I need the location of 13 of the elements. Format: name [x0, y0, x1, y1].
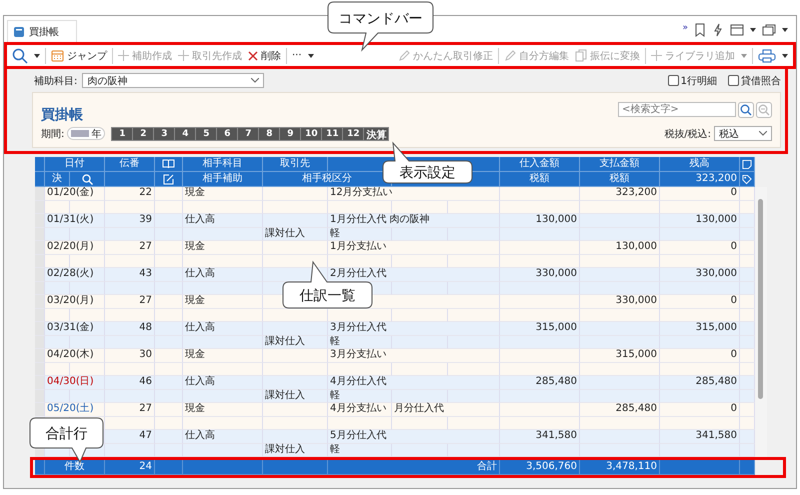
total-label: 合計: [328, 460, 500, 475]
field-label: 税抜/税込:: [664, 128, 711, 140]
tab-title: 買掛帳: [29, 26, 59, 38]
callout-tooltip: コマンドバー: [326, 0, 436, 52]
ledger-title: 買掛帳: [41, 106, 83, 124]
total-cell: 3,506,760: [500, 460, 580, 475]
callout-tooltip: 表示設定: [381, 141, 475, 185]
field-label: 補助科目:: [34, 74, 78, 88]
total-cell: 24: [105, 460, 155, 475]
checkbox-label: 貸借照合: [741, 74, 781, 88]
field-label: 期間:: [41, 128, 64, 140]
checkbox-label: 1行明細: [680, 74, 717, 88]
total-cell: 3,478,110: [580, 460, 660, 475]
